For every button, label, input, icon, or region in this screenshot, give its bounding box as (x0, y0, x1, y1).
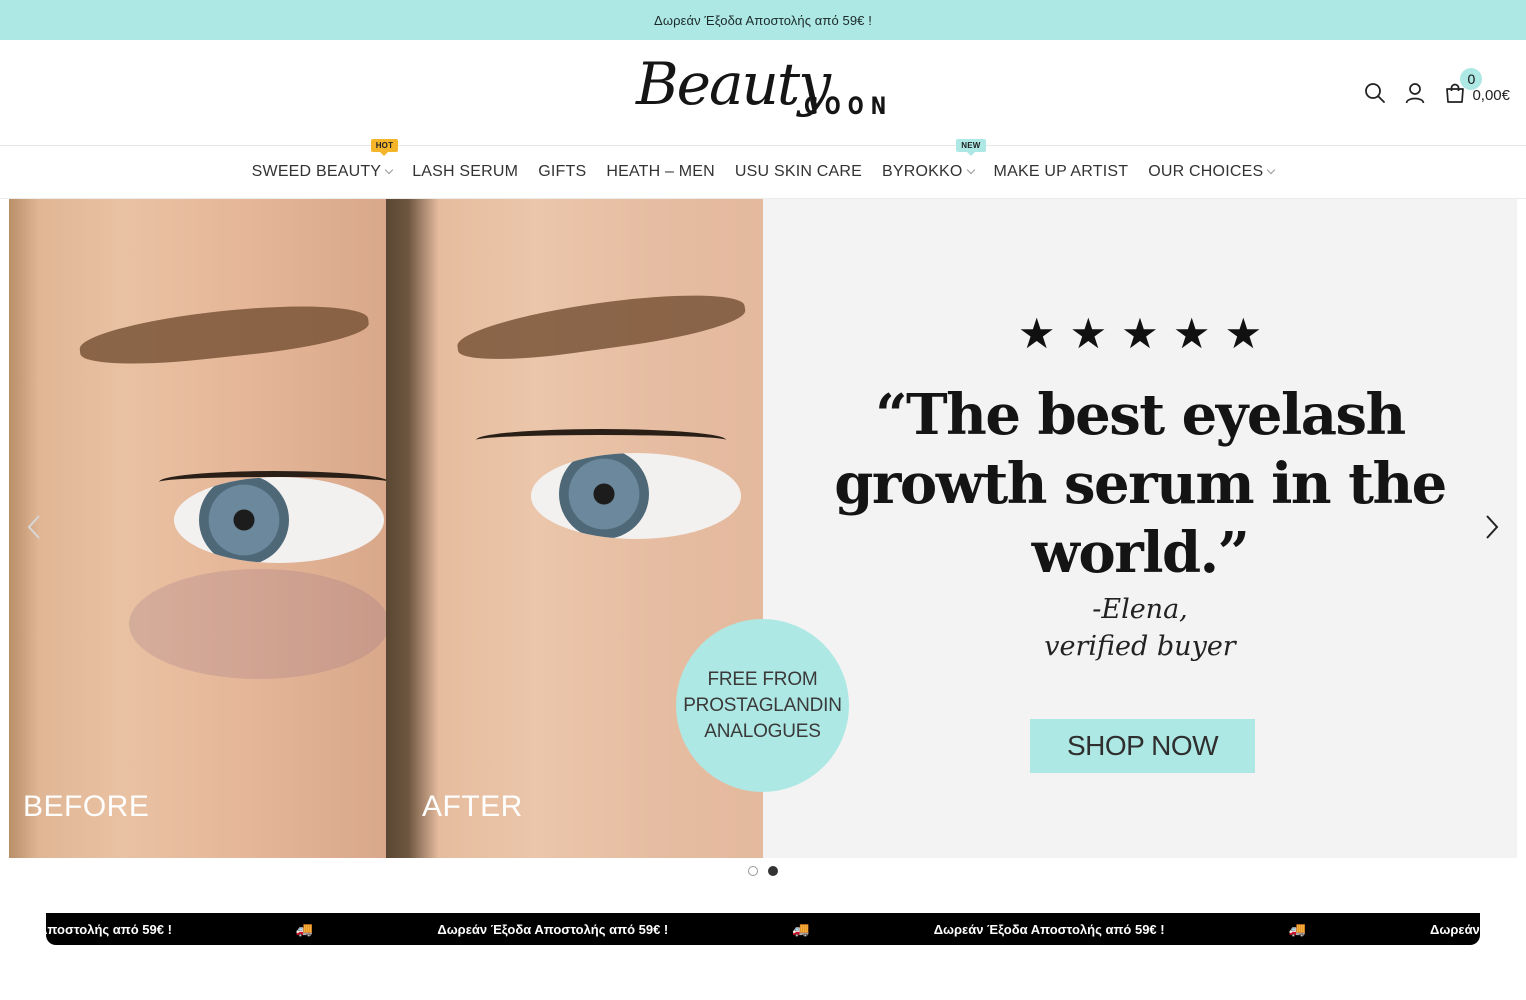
marquee-text: Δωρεάν Έξοδα Αποστολής από 59€ ! (46, 921, 172, 937)
nav-item-heath-men[interactable]: HEATH – MEN (606, 163, 715, 181)
lashes-shape (476, 429, 726, 451)
nav-item-label: USU SKIN CARE (734, 163, 862, 180)
slider-dot-active[interactable] (768, 866, 778, 876)
nav-item-sweed-beauty[interactable]: HOT SWEED BEAUTY (251, 139, 399, 181)
chevron-down-icon (966, 165, 975, 175)
nav-item-lash-serum[interactable]: LASH SERUM (412, 163, 518, 181)
chevron-down-icon (1267, 165, 1276, 175)
search-icon[interactable] (1364, 82, 1386, 104)
nav-item-our-choices[interactable]: OUR CHOICES (1148, 163, 1276, 181)
nav-item-label: GIFTS (538, 163, 587, 180)
site-header: Beauty COON 0 0,00€ (0, 40, 1526, 146)
main-nav: HOT SWEED BEAUTY LASH SERUM GIFTS HEATH … (0, 139, 1526, 199)
before-label: BEFORE (23, 790, 150, 823)
nav-item-label: OUR CHOICES (1148, 163, 1264, 180)
marquee-text: Δωρεάν Έξοδα Αποστολής από 59€ ! (437, 921, 669, 937)
nav-item-gifts[interactable]: GIFTS (538, 163, 586, 181)
slider-prev-arrow[interactable] (23, 513, 45, 541)
marquee-track: Δωρεάν Έξοδα Αποστολής από 59€ ! 🚚 Δωρεά… (46, 913, 1480, 945)
logo-word-text: COON (804, 92, 894, 120)
nav-item-label: HEATH – MEN (606, 163, 715, 180)
truck-icon: 🚚 (1288, 920, 1307, 937)
marquee-text: Δωρεάν Έξοδα Αποστολής από 59€ ! (933, 921, 1165, 937)
slider-next-arrow[interactable] (1481, 513, 1503, 541)
site-logo[interactable]: Beauty COON (636, 44, 892, 144)
marquee-text: Δωρεάν Έξοδα Αποστολής από 59€ ! (1430, 921, 1480, 937)
after-label: AFTER (422, 790, 523, 823)
header-actions: 0 0,00€ (1364, 68, 1510, 108)
testimonial-quote: “The best eyelash growth serum in the wo… (834, 382, 1447, 586)
badge-line: ANALOGUES (704, 720, 821, 742)
badge-line: FREE FROM (707, 668, 818, 690)
cart-total: 0,00€ (1472, 86, 1510, 104)
truck-icon: 🚚 (792, 920, 810, 937)
testimonial-author: -Elena, verified buyer (763, 591, 1517, 665)
eye-shape (531, 453, 741, 539)
logo-script-text: Beauty (636, 50, 831, 118)
cart-button[interactable]: 0 0,00€ (1444, 68, 1510, 104)
nav-item-label: BYROKKO (882, 163, 963, 180)
testimonial-panel: ★★★★★ “The best eyelash growth serum in … (763, 199, 1517, 858)
slider-pagination (0, 866, 1526, 876)
eye-shape (174, 477, 384, 563)
truck-icon: 🚚 (295, 920, 314, 937)
eyebrow-shape (454, 283, 748, 369)
nav-item-usu-skin-care[interactable]: USU SKIN CARE (735, 163, 862, 181)
author-name: -Elena, (1092, 594, 1188, 625)
rating-stars: ★★★★★ (1017, 310, 1277, 357)
hero-slider[interactable]: BEFORE AFTER ★★★★★ “The best eyelash gro… (9, 199, 1517, 858)
free-from-badge: FREE FROM PROSTAGLANDIN ANALOGUES (676, 619, 849, 792)
nav-item-make-up-artist[interactable]: MAKE UP ARTIST (994, 163, 1129, 181)
iris-shape (199, 477, 289, 563)
nav-item-label: MAKE UP ARTIST (993, 163, 1129, 180)
badge-line: PROSTAGLANDIN (683, 694, 842, 716)
shipping-marquee: Δωρεάν Έξοδα Αποστολής από 59€ ! 🚚 Δωρεά… (46, 913, 1480, 945)
announcement-text: Δωρεάν Έξοδα Αποστολής από 59€ ! (654, 12, 872, 28)
hot-badge: HOT (370, 139, 399, 156)
chevron-down-icon (384, 165, 394, 175)
iris-shape (559, 453, 649, 539)
nav-item-byrokko[interactable]: NEW BYROKKO (882, 139, 986, 181)
before-photo: BEFORE (9, 199, 386, 858)
new-badge: NEW (956, 139, 986, 156)
announcement-bar: Δωρεάν Έξοδα Αποστολής από 59€ ! (0, 0, 1526, 40)
user-icon[interactable] (1404, 82, 1426, 104)
shop-now-button[interactable]: SHOP NOW (1030, 719, 1255, 773)
author-role: verified buyer (1044, 631, 1236, 662)
eyebrow-shape (77, 295, 371, 373)
slider-dot[interactable] (748, 866, 758, 876)
nav-item-label: SWEED BEAUTY (251, 163, 382, 180)
nav-item-label: LASH SERUM (412, 163, 519, 180)
undereye-shade (129, 569, 386, 679)
